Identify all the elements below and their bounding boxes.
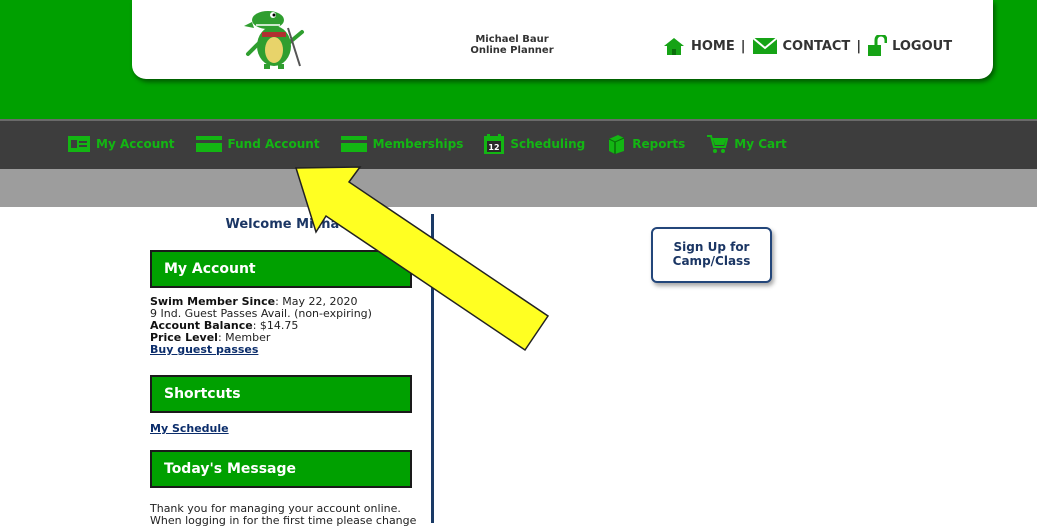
nav-fund-account[interactable]: Fund Account bbox=[195, 136, 320, 152]
main-nav: My Account Fund Account Memberships 12 S… bbox=[0, 119, 1037, 169]
logout-link[interactable]: LOGOUT bbox=[867, 35, 952, 57]
membership-card-icon bbox=[340, 136, 367, 152]
credit-card-icon bbox=[195, 136, 222, 152]
sidebar: Welcome Michael My Account Swim Member S… bbox=[148, 207, 430, 527]
nav-my-account-label: My Account bbox=[96, 137, 175, 151]
nav-reports-label: Reports bbox=[632, 137, 686, 151]
home-link[interactable]: HOME bbox=[662, 36, 735, 56]
nav-scheduling-label: Scheduling bbox=[510, 137, 586, 151]
site-name: Michael Baur Online Planner bbox=[432, 34, 592, 56]
shortcuts-header: Shortcuts bbox=[150, 375, 412, 413]
nav-reports[interactable]: Reports bbox=[606, 134, 685, 154]
site-name-line2: Online Planner bbox=[470, 45, 554, 56]
nav-memberships-label: Memberships bbox=[372, 137, 464, 151]
padlock-open-icon bbox=[868, 35, 888, 56]
shortcuts-list: My Schedule bbox=[150, 423, 229, 435]
nav-fund-account-label: Fund Account bbox=[227, 137, 320, 151]
nav-scheduling[interactable]: 12 Scheduling bbox=[484, 134, 585, 154]
account-info: Swim Member Since: May 22, 2020 9 Ind. G… bbox=[150, 296, 372, 356]
contact-link-label: CONTACT bbox=[782, 38, 851, 54]
todays-message-header: Today's Message bbox=[150, 450, 412, 488]
buy-guest-passes-link[interactable]: Buy guest passes bbox=[150, 344, 372, 356]
cart-icon bbox=[707, 135, 729, 153]
message-line-2: When logging in for the first time pleas… bbox=[150, 514, 417, 527]
book-icon bbox=[609, 135, 625, 154]
top-links: HOME | CONTACT | LOGOUT bbox=[662, 35, 952, 57]
home-link-label: HOME bbox=[691, 38, 735, 54]
nav-my-account[interactable]: My Account bbox=[68, 136, 175, 152]
sub-nav-bar bbox=[0, 169, 1037, 207]
link-separator: | bbox=[740, 38, 746, 54]
site-name-line1: Michael Baur bbox=[475, 34, 549, 45]
sign-up-camp-class-button[interactable]: Sign Up for Camp/Class bbox=[651, 227, 772, 283]
nav-memberships[interactable]: Memberships bbox=[340, 136, 464, 152]
nav-my-cart[interactable]: My Cart bbox=[706, 134, 787, 154]
column-divider bbox=[431, 214, 434, 523]
header-card: Michael Baur Online Planner HOME | CONTA… bbox=[132, 0, 993, 79]
todays-message-text: Thank you for managing your account onli… bbox=[150, 503, 416, 527]
calendar-icon: 12 bbox=[484, 134, 505, 154]
id-card-icon bbox=[68, 136, 90, 152]
alligator-logo-icon bbox=[244, 11, 304, 69]
house-icon bbox=[664, 38, 684, 55]
sign-up-line1: Sign Up for bbox=[673, 240, 750, 254]
my-schedule-link[interactable]: My Schedule bbox=[150, 423, 229, 435]
envelope-icon bbox=[751, 37, 778, 54]
nav-my-cart-label: My Cart bbox=[734, 137, 787, 151]
logout-link-label: LOGOUT bbox=[892, 38, 953, 54]
my-account-header: My Account bbox=[150, 250, 412, 288]
sign-up-line2: Camp/Class bbox=[672, 254, 751, 268]
link-separator: | bbox=[856, 38, 862, 54]
calendar-day: 12 bbox=[489, 143, 500, 152]
contact-link[interactable]: CONTACT bbox=[751, 37, 851, 55]
welcome-heading: Welcome Michael bbox=[225, 217, 353, 232]
